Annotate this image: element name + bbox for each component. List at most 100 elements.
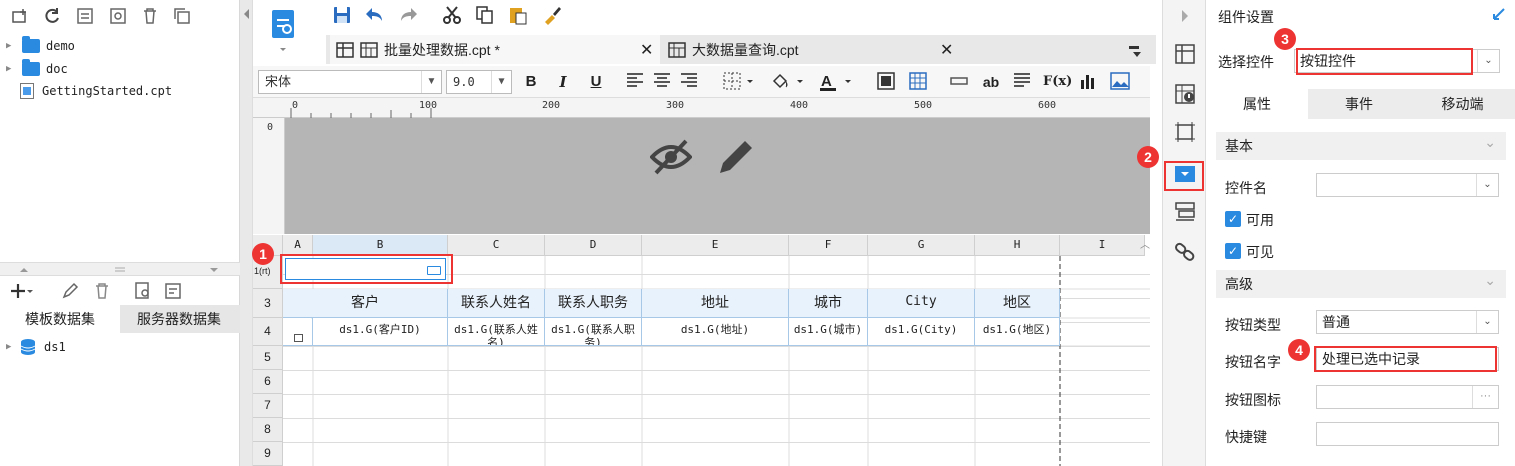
enabled-checkbox[interactable]: ✓	[1225, 211, 1241, 227]
tree-item-demo[interactable]: ▶ demo	[6, 36, 75, 56]
header-cell[interactable]: 城市	[789, 289, 868, 318]
column-header[interactable]: H	[975, 235, 1060, 256]
align-center-icon[interactable]	[653, 72, 673, 92]
save-icon[interactable]	[330, 4, 354, 26]
italic-button[interactable]: I	[553, 72, 573, 92]
tab-big-data-query[interactable]: 大数据量查询.cpt ✕	[662, 35, 960, 64]
report-icon[interactable]	[75, 6, 95, 26]
hidden-eye-icon[interactable]	[650, 137, 692, 177]
expand-icon[interactable]: ▶	[6, 41, 16, 51]
tab-events[interactable]: 事件	[1308, 89, 1410, 119]
row-header[interactable]: 5	[253, 346, 283, 370]
shortcut-input[interactable]	[1316, 422, 1499, 446]
data-cell[interactable]: ds1.G(地区)	[975, 318, 1060, 346]
condition-attribute-icon[interactable]	[1173, 200, 1197, 224]
button-name-input[interactable]: 处理已选中记录	[1316, 347, 1499, 371]
underline-button[interactable]: U	[586, 72, 606, 92]
tab-menu-icon[interactable]	[1124, 40, 1146, 62]
parameter-pane[interactable]	[253, 118, 1150, 234]
collapse-right-icon[interactable]	[1173, 6, 1197, 26]
row-header[interactable]: 3	[253, 289, 283, 318]
column-header[interactable]: B	[313, 235, 448, 256]
edit-pencil-icon[interactable]	[716, 137, 756, 177]
column-header[interactable]: E	[642, 235, 789, 256]
panel-splitter[interactable]	[0, 262, 240, 276]
tree-item-doc[interactable]: ▶ doc	[6, 59, 68, 79]
header-cell[interactable]: 联系人姓名	[448, 289, 545, 318]
section-basic[interactable]: 基本	[1216, 128, 1506, 160]
copy-icon[interactable]	[473, 4, 497, 26]
column-header[interactable]: D	[545, 235, 642, 256]
header-cell[interactable]: 客户	[283, 289, 448, 318]
scroll-up-icon[interactable]: ︿	[1140, 236, 1150, 251]
tab-template-dataset[interactable]: 模板数据集	[0, 305, 120, 333]
button-type-select[interactable]: 普通 ⌄	[1316, 310, 1499, 334]
undo-icon[interactable]	[363, 4, 387, 26]
paragraph-icon[interactable]	[1013, 72, 1033, 92]
edit-icon[interactable]	[60, 281, 80, 301]
textfield-icon[interactable]	[950, 72, 970, 92]
template-type-icon[interactable]	[270, 8, 298, 56]
cell-attribute-icon[interactable]	[1173, 42, 1197, 66]
pin-icon[interactable]	[1491, 6, 1507, 22]
column-header[interactable]: C	[448, 235, 545, 256]
row-header[interactable]: 6	[253, 370, 283, 394]
section-advanced[interactable]: 高级	[1216, 266, 1506, 298]
data-cell[interactable]: ds1.G(City)	[868, 318, 975, 346]
image-icon[interactable]	[1110, 72, 1130, 92]
header-cell[interactable]: 地区	[975, 289, 1060, 318]
tab-mobile[interactable]: 移动端	[1410, 89, 1515, 119]
cell-element-icon[interactable]	[1173, 82, 1197, 106]
column-header[interactable]: F	[789, 235, 868, 256]
paste-icon[interactable]	[506, 4, 530, 26]
select-widget-dropdown[interactable]: 按钮控件 ⌄	[1294, 49, 1500, 73]
row-header[interactable]: 8	[253, 418, 283, 442]
table-icon[interactable]	[909, 72, 929, 92]
button-icon-input[interactable]: ···	[1316, 385, 1499, 409]
refresh-icon[interactable]	[42, 6, 62, 26]
font-size-select[interactable]: 9.0 ▼	[446, 70, 512, 94]
data-cell[interactable]: ds1.G(地址)	[642, 318, 789, 346]
format-painter-icon[interactable]	[540, 4, 564, 26]
row-header[interactable]: 7	[253, 394, 283, 418]
preview-icon[interactable]	[133, 281, 153, 301]
chart-icon[interactable]	[1079, 72, 1099, 92]
tab-server-dataset[interactable]: 服务器数据集	[120, 305, 238, 333]
dataset-settings-icon[interactable]	[163, 281, 183, 301]
data-cell[interactable]: ds1.G(客户ID)	[313, 318, 448, 346]
copy-icon[interactable]	[172, 6, 192, 26]
data-cell[interactable]: ds1.G(联系人职务)	[545, 318, 642, 346]
header-cell[interactable]: 地址	[642, 289, 789, 318]
redo-icon[interactable]	[396, 4, 420, 26]
align-right-icon[interactable]	[680, 72, 700, 92]
delete-dataset-icon[interactable]	[92, 281, 112, 301]
font-family-select[interactable]: 宋体 ▼	[258, 70, 442, 94]
row-header[interactable]: 4	[253, 318, 283, 346]
column-header[interactable]: A	[283, 235, 313, 256]
more-options-icon[interactable]: ···	[1472, 386, 1498, 408]
column-header[interactable]: G	[868, 235, 975, 256]
dataset-item-ds1[interactable]: ▶ ds1	[6, 337, 66, 357]
align-left-icon[interactable]	[626, 72, 646, 92]
hyperlink-icon[interactable]	[1173, 240, 1197, 264]
cell-style-icon[interactable]	[877, 72, 897, 92]
font-color-icon[interactable]: A	[819, 72, 857, 92]
data-cell[interactable]: ds1.G(联系人姓名)	[448, 318, 545, 346]
add-dataset-icon[interactable]	[10, 281, 33, 301]
data-cell[interactable]: ds1.G(城市)	[789, 318, 868, 346]
new-folder-icon[interactable]	[10, 6, 30, 26]
bold-button[interactable]: B	[521, 72, 541, 92]
tab-batch-data[interactable]: 批量处理数据.cpt * ✕	[330, 35, 660, 64]
expand-icon[interactable]: ▶	[6, 342, 16, 352]
visible-checkbox[interactable]: ✓	[1225, 243, 1241, 259]
fill-color-icon[interactable]	[771, 72, 807, 92]
formula-button[interactable]: F(x)	[1043, 72, 1072, 92]
row-header[interactable]: 9	[253, 442, 283, 466]
close-tab-icon[interactable]: ✕	[940, 40, 953, 60]
tab-properties[interactable]: 属性	[1206, 89, 1308, 119]
expand-icon[interactable]: ▶	[6, 64, 16, 74]
button-widget-cell[interactable]	[285, 258, 446, 280]
header-cell[interactable]: 联系人职务	[545, 289, 642, 318]
float-element-icon[interactable]	[1173, 120, 1197, 144]
checkbox-cell[interactable]	[283, 318, 313, 346]
